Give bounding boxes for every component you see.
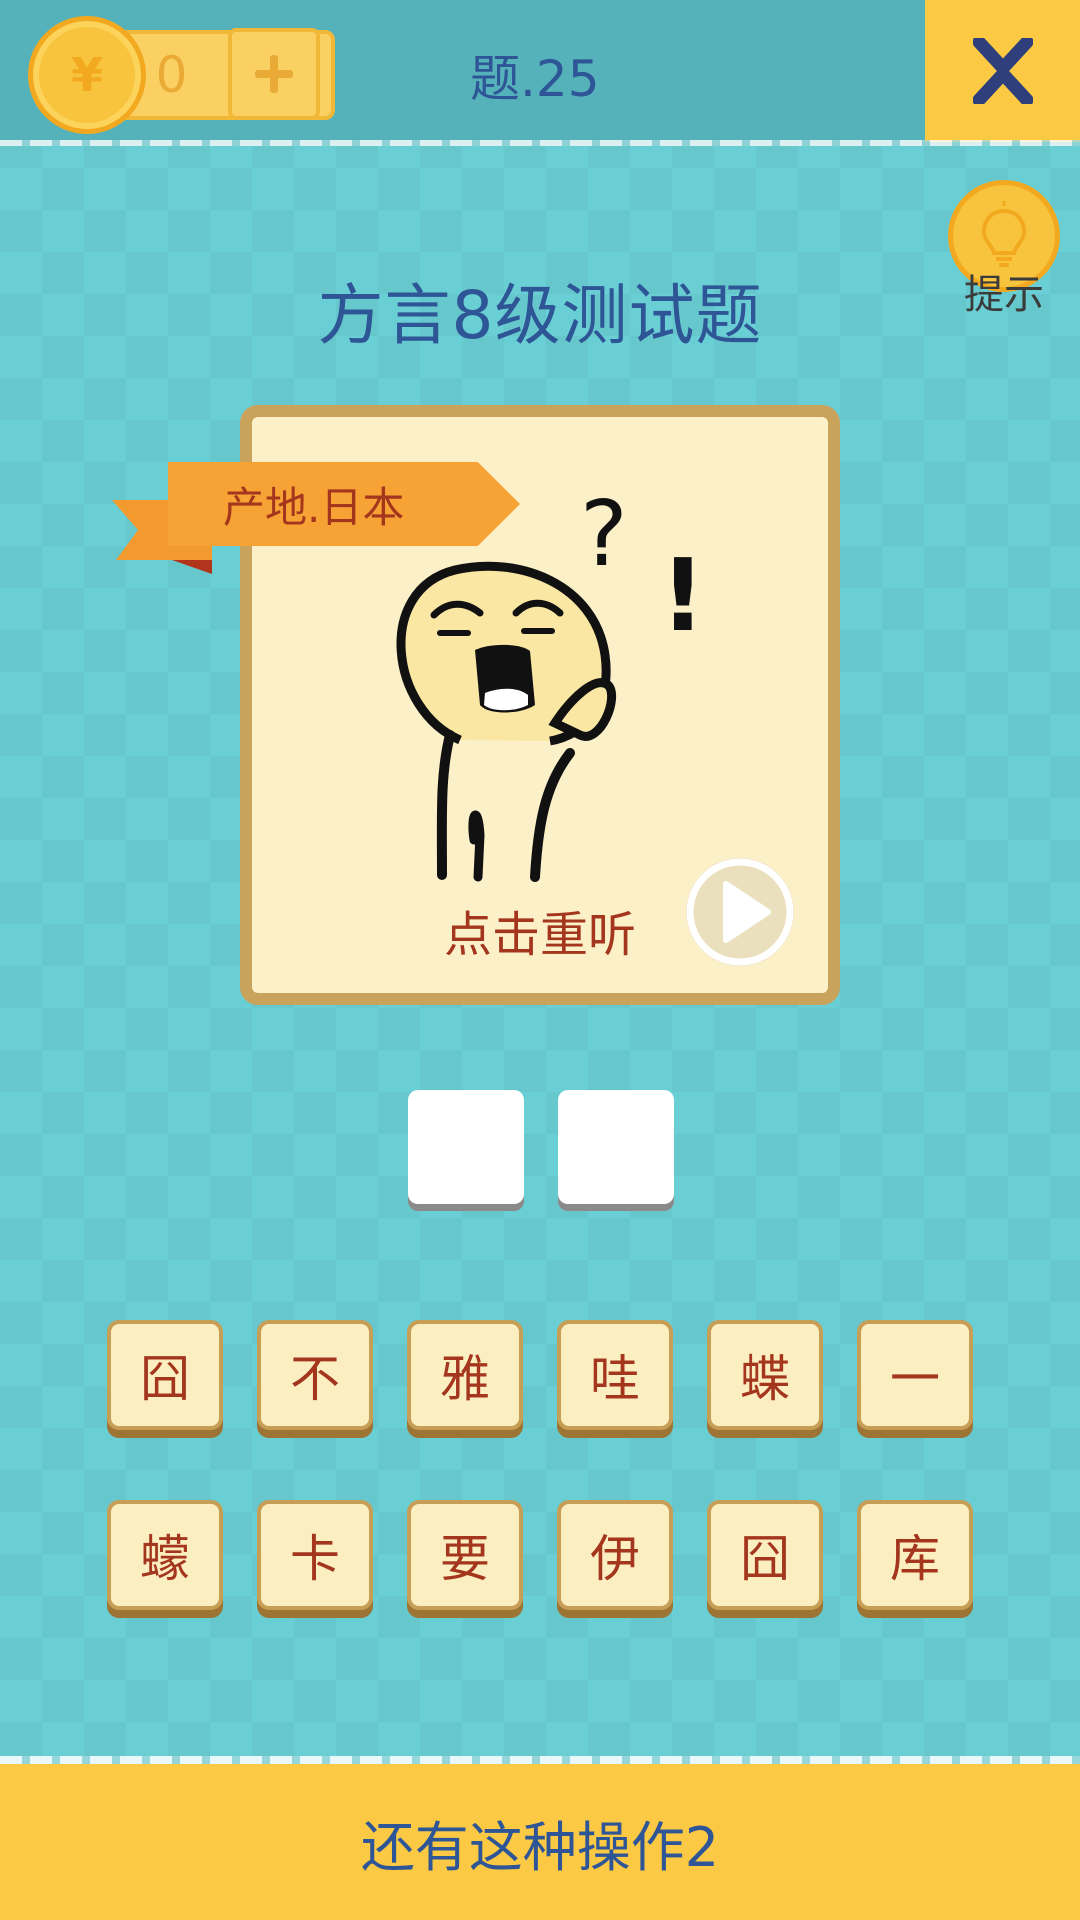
close-icon [972,38,1033,104]
answer-slot-2[interactable] [558,1090,674,1204]
level-title-footer: 还有这种操作2 [0,1756,1080,1920]
char-tile[interactable]: 卡 [257,1500,373,1610]
add-coins-button[interactable] [228,28,320,120]
question-number: 题.25 [470,50,600,108]
answer-slot-1[interactable] [408,1090,524,1204]
char-tile[interactable]: 哇 [557,1320,673,1430]
char-tile[interactable]: 伊 [557,1500,673,1610]
char-tile[interactable]: 不 [257,1320,373,1430]
character-figure: ? ! [396,482,700,882]
char-tile[interactable]: 囧 [707,1500,823,1610]
char-tile[interactable]: 要 [407,1500,523,1610]
char-tile[interactable]: 雅 [407,1320,523,1430]
char-tile[interactable]: 囧 [107,1320,223,1430]
level-title: 还有这种操作2 [360,1815,720,1879]
coin-icon: ¥ [28,16,146,134]
page-title: 方言8级测试题 [317,277,763,354]
char-tile[interactable]: 库 [857,1500,973,1610]
play-icon[interactable] [680,852,800,972]
char-tile[interactable]: 一 [857,1320,973,1430]
char-tile[interactable]: 蠓 [107,1500,223,1610]
svg-text:?: ? [580,482,628,587]
close-button[interactable] [925,0,1080,142]
replay-label[interactable]: 点击重听 [430,895,650,965]
svg-text:¥: ¥ [71,48,103,102]
top-bar: 0 ¥ 题.25 [0,0,1080,146]
plus-icon [255,55,293,93]
char-tile[interactable]: 蝶 [707,1320,823,1430]
svg-text:!: ! [660,537,700,654]
